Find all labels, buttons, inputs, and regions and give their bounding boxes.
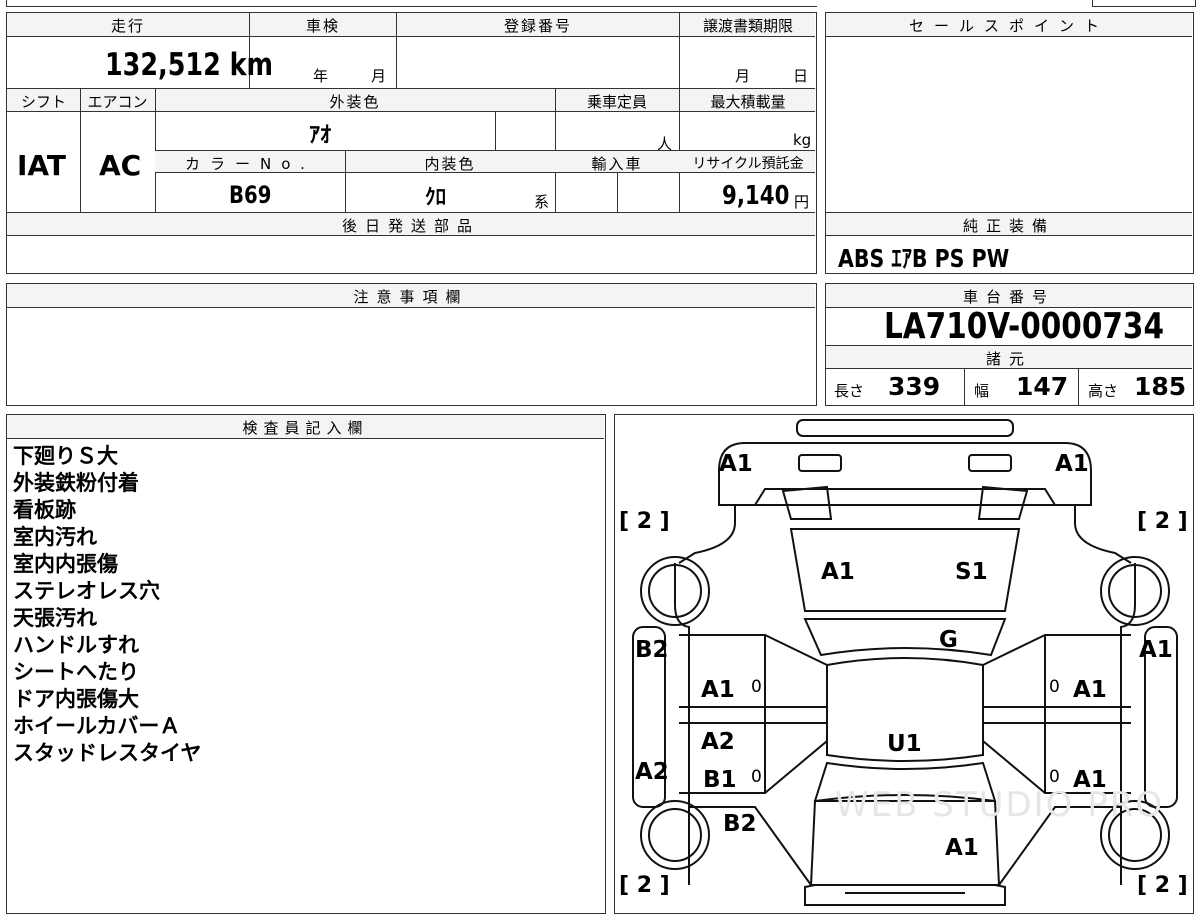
interior-color-suffix: 系	[534, 193, 550, 211]
inspector-label: 検査員記入欄	[242, 419, 369, 437]
inspection-label: 車検	[305, 17, 340, 35]
mileage-label: 走行	[110, 17, 145, 35]
note-line: 下廻りＳ大	[13, 444, 118, 468]
door-handle-mark: 0	[751, 677, 762, 697]
rear-body-grade: A1	[945, 835, 979, 861]
front-left-grade: A1	[719, 451, 753, 477]
left-rear-fender-grade: A2	[635, 759, 669, 785]
inspector-box: 検査員記入欄 下廻りＳ大 外装鉄粉付着 看板跡 室内汚れ 室内内張傷 ステレオレ…	[6, 414, 606, 914]
door-handle-mark: 0	[751, 767, 762, 787]
mileage-value: 132,512 km	[105, 47, 274, 83]
length-value: 339	[888, 372, 941, 401]
vehicle-info-table: 走行 車検 登録番号 譲渡書類期限 132,512 km 年 月 月 日 シフト…	[6, 12, 817, 274]
note-line: 天張汚れ	[13, 606, 97, 630]
tire-bottom-right-score: [ 2 ]	[1137, 873, 1188, 898]
later-parts-label: 後日発送部品	[341, 217, 480, 235]
right-front-fender-grade: A1	[1139, 637, 1173, 663]
chassis-no-label: 車台番号	[962, 288, 1055, 306]
note-line: 室内内張傷	[13, 552, 118, 576]
left-rear-door-top-grade: A2	[701, 729, 735, 755]
chassis-no-value: LA710V-0000734	[884, 306, 1165, 347]
sales-point-label: セールスポイント	[908, 17, 1109, 35]
recycle-fee-label: リサイクル預託金	[692, 156, 804, 172]
left-rear-quarter-grade: B2	[723, 811, 757, 837]
recycle-fee-value: 9,140	[722, 181, 790, 211]
aircon-value: AC	[99, 149, 142, 182]
note-line: ホイールカバーＡ	[13, 714, 181, 738]
max-load-label: 最大積載量	[710, 93, 786, 111]
interior-color-value: ｸﾛ	[425, 185, 446, 209]
remarks-label: 注意事項欄	[353, 288, 469, 306]
height-label: 高さ	[1088, 382, 1119, 400]
roof-grade: U1	[887, 731, 922, 757]
note-line: 外装鉄粉付着	[13, 471, 139, 495]
transfer-month-unit: 月	[735, 67, 751, 85]
note-line: ハンドルすれ	[13, 633, 139, 657]
remarks-box: 注意事項欄	[6, 283, 817, 406]
note-line: 室内汚れ	[13, 525, 97, 549]
inspection-month-unit: 月	[371, 67, 387, 85]
recycle-fee-unit: 円	[794, 193, 810, 211]
length-label: 長さ	[834, 382, 865, 400]
watermark: WEB STUDIO PRO	[835, 785, 1165, 825]
tire-bottom-left-score: [ 2 ]	[619, 873, 670, 898]
width-value: 147	[1016, 372, 1069, 401]
note-line: ドア内張傷大	[13, 687, 139, 711]
specs-label: 諸元	[985, 350, 1032, 368]
inspector-notes: 下廻りＳ大 外装鉄粉付着 看板跡 室内汚れ 室内内張傷 ステレオレス穴 天張汚れ…	[13, 443, 201, 767]
note-line: 看板跡	[13, 498, 76, 522]
door-handle-mark: 0	[1049, 767, 1060, 787]
note-line: ステレオレス穴	[13, 579, 160, 603]
left-front-door-grade: A1	[701, 677, 735, 703]
aircon-label: エアコン	[87, 93, 148, 111]
right-rear-door-grade: A1	[1073, 767, 1107, 793]
right-front-door-grade: A1	[1073, 677, 1107, 703]
windshield-grade: G	[939, 627, 958, 653]
shift-label: シフト	[20, 93, 66, 111]
exterior-color-value: ｱｵ	[309, 123, 332, 148]
car-outline-svg	[632, 419, 1178, 906]
note-line: スタッドレスタイヤ	[13, 741, 202, 765]
genuine-equipment-label: 純正装備	[962, 217, 1055, 235]
chassis-specs-box: 車台番号 LA710V-0000734 諸元 長さ 339 幅 147 高さ 1…	[825, 283, 1194, 406]
shift-value: IAT	[17, 149, 67, 182]
note-line: シートへたり	[13, 660, 139, 684]
exterior-color-label: 外装色	[329, 93, 381, 111]
import-label: 輸入車	[591, 155, 643, 173]
top-cut-row	[6, 0, 817, 7]
front-right-grade: A1	[1055, 451, 1089, 477]
width-label: 幅	[974, 382, 990, 400]
hood-right-grade: S1	[955, 559, 988, 585]
tire-top-right-score: [ 2 ]	[1137, 509, 1188, 534]
inspection-year-unit: 年	[313, 67, 329, 85]
door-handle-mark: 0	[1049, 677, 1060, 697]
color-no-value: B69	[229, 181, 272, 209]
capacity-label: 乗車定員	[586, 93, 647, 111]
color-no-label: カラーNo.	[185, 155, 315, 173]
transfer-deadline-label: 譲渡書類期限	[702, 17, 793, 35]
height-value: 185	[1134, 372, 1187, 401]
sales-point-box: セールスポイント 純正装備 ABS ｴｱB PS PW	[825, 12, 1194, 274]
damage-diagram: WEB STUDIO PRO [ 2 ] [ 2 ] [ 2 ] [ 2 ] A…	[614, 414, 1194, 914]
interior-color-label: 内装色	[424, 155, 476, 173]
registration-label: 登録番号	[503, 17, 572, 35]
max-load-unit: kg	[793, 131, 812, 149]
genuine-equipment-value: ABS ｴｱB PS PW	[838, 244, 1010, 273]
hood-left-grade: A1	[821, 559, 855, 585]
transfer-day-unit: 日	[793, 67, 809, 85]
left-rear-door-grade: B1	[703, 767, 737, 793]
tire-top-left-score: [ 2 ]	[619, 509, 670, 534]
left-front-fender-grade: B2	[635, 637, 669, 663]
top-cut-row-right	[1092, 0, 1196, 7]
